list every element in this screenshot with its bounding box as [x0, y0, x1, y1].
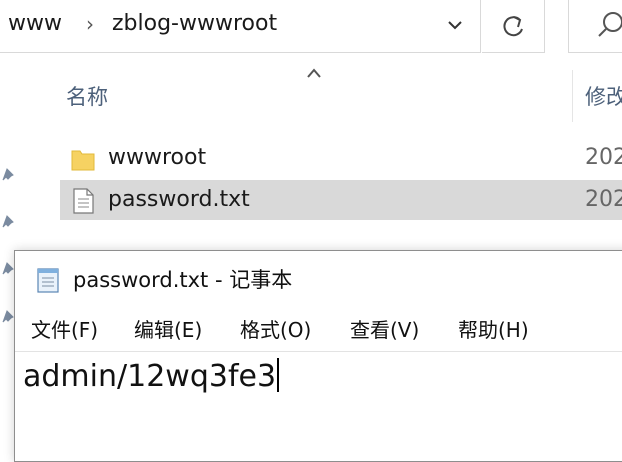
editor-text: admin/12wq3fe3 — [23, 359, 277, 394]
refresh-button[interactable] — [482, 0, 545, 53]
breadcrumb-zblog-wwwroot[interactable]: zblog-wwwroot — [112, 10, 277, 38]
notepad-title: password.txt - 记事本 — [73, 268, 293, 292]
notepad-icon — [37, 268, 59, 293]
text-editor-area[interactable]: admin/12wq3fe3 — [15, 351, 622, 462]
file-date: 202 — [585, 187, 622, 212]
folder-icon — [71, 150, 95, 171]
pin-icon[interactable] — [0, 213, 16, 229]
address-bar[interactable]: www › zblog-wwwroot — [0, 0, 481, 53]
menu-edit[interactable]: 编辑(E) — [134, 317, 202, 343]
search-box[interactable] — [568, 0, 622, 53]
notepad-window[interactable]: password.txt - 记事本 文件(F) 编辑(E) 格式(O) 查看(… — [14, 250, 622, 462]
text-caret — [277, 358, 280, 392]
sort-ascending-icon — [307, 68, 321, 78]
menu-format[interactable]: 格式(O) — [240, 317, 311, 343]
menu-help[interactable]: 帮助(H) — [458, 317, 529, 343]
refresh-icon — [503, 16, 523, 37]
breadcrumb-www[interactable]: www — [8, 10, 62, 38]
file-name: password.txt — [108, 187, 250, 212]
column-header-modified[interactable]: 修改 — [585, 84, 622, 110]
file-name: wwwroot — [108, 145, 207, 170]
menu-file[interactable]: 文件(F) — [31, 317, 98, 343]
file-date: 202 — [585, 145, 622, 170]
menu-view[interactable]: 查看(V) — [350, 317, 419, 343]
breadcrumb-separator-icon[interactable]: › — [86, 10, 94, 38]
file-row-password-txt[interactable]: password.txt 202 — [60, 180, 622, 220]
column-header-name[interactable]: 名称 — [66, 84, 108, 110]
file-row-wwwroot[interactable]: wwwroot 202 — [60, 138, 622, 178]
pin-icon[interactable] — [0, 166, 16, 182]
editor-content[interactable]: admin/12wq3fe3 — [23, 358, 280, 395]
text-file-icon — [73, 188, 94, 214]
chevron-down-icon[interactable] — [440, 12, 470, 38]
column-divider[interactable] — [572, 70, 573, 122]
search-icon — [598, 12, 622, 37]
menu-bar: 文件(F) 编辑(E) 格式(O) 查看(V) 帮助(H) — [15, 311, 622, 351]
